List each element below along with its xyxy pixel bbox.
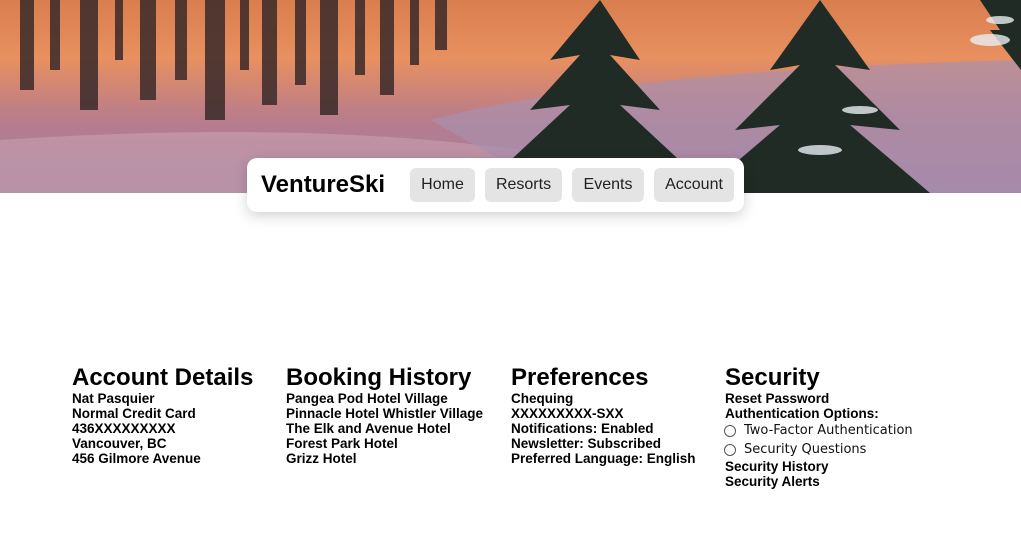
card-number: 436XXXXXXXXX <box>72 421 176 436</box>
authentication-options-label: Authentication Options: <box>725 406 879 421</box>
booking-item: Pangea Pod Hotel Village <box>286 391 448 406</box>
nav-resorts-button[interactable]: Resorts <box>485 168 562 202</box>
account-address: 456 Gilmore Avenue <box>72 451 201 466</box>
bank-account-type: Chequing <box>511 391 574 406</box>
nav-events-button[interactable]: Events <box>572 168 644 202</box>
two-factor-radio[interactable] <box>724 424 736 437</box>
two-factor-option[interactable]: Two-Factor Authentication <box>724 421 913 440</box>
security-questions-label[interactable]: Security Questions <box>744 442 866 457</box>
notifications-status: Notifications: Enabled <box>511 421 654 436</box>
booking-item: Grizz Hotel <box>286 451 357 466</box>
security-section: Security Reset Password Authentication O… <box>724 364 913 489</box>
card-type: Normal Credit Card <box>72 406 196 421</box>
account-details-heading: Account Details <box>72 364 254 391</box>
newsletter-status: Newsletter: Subscribed <box>511 436 662 451</box>
account-details-section: Account Details Nat Pasquier Normal Cred… <box>72 364 254 467</box>
booking-item: The Elk and Avenue Hotel <box>286 421 451 436</box>
booking-history-heading: Booking History <box>286 364 472 391</box>
brand-logo-text[interactable]: VentureSki <box>261 171 385 199</box>
account-name: Nat Pasquier <box>72 391 155 406</box>
reset-password-link[interactable]: Reset Password <box>725 391 913 406</box>
booking-item: Pinnacle Hotel Whistler Village <box>286 406 484 421</box>
top-navigation-bar: VentureSki Home Resorts Events Account <box>247 158 744 212</box>
account-city: Vancouver, BC <box>72 436 167 451</box>
security-questions-option[interactable]: Security Questions <box>724 440 913 459</box>
preferences-section: Preferences Chequing XXXXXXXXX-SXX Notif… <box>511 364 696 467</box>
booking-item: Forest Park Hotel <box>286 436 398 451</box>
security-questions-radio[interactable] <box>724 443 736 456</box>
security-history-link[interactable]: Security History <box>725 459 913 474</box>
booking-history-section: Booking History Pangea Pod Hotel Village… <box>286 364 484 467</box>
preferences-heading: Preferences <box>511 364 649 391</box>
two-factor-label[interactable]: Two-Factor Authentication <box>744 423 913 438</box>
bank-account-number: XXXXXXXXX-SXX <box>511 406 624 421</box>
security-heading: Security <box>725 364 820 391</box>
preferred-language: Preferred Language: English <box>511 451 696 466</box>
nav-account-button[interactable]: Account <box>654 168 734 202</box>
nav-home-button[interactable]: Home <box>410 168 475 202</box>
security-alerts-link[interactable]: Security Alerts <box>725 474 913 489</box>
